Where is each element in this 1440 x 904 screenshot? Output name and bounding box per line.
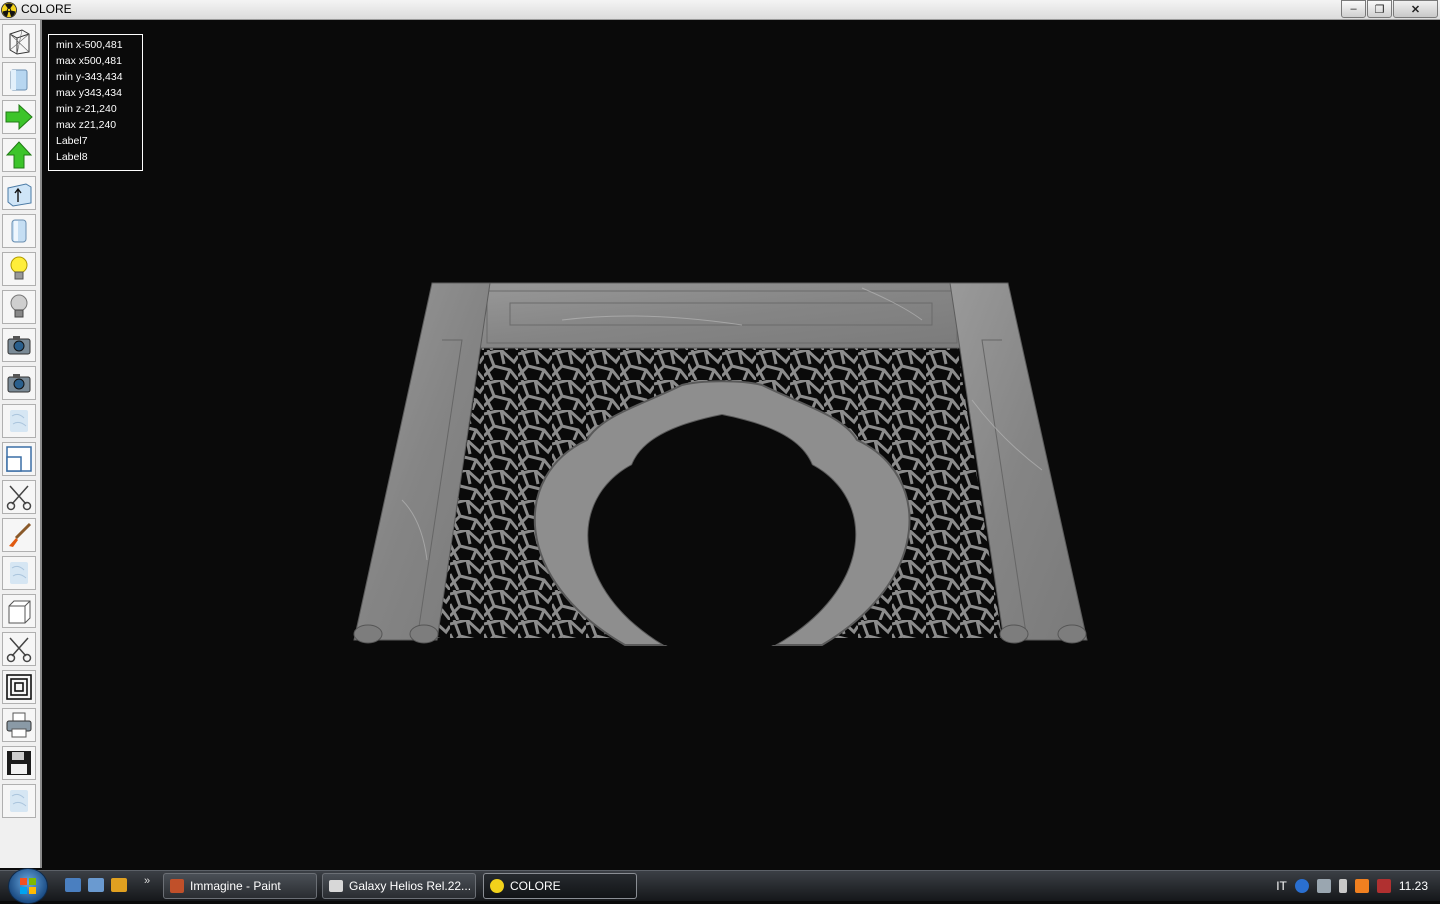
camera-icon[interactable] xyxy=(2,366,36,400)
task-label: Immagine - Paint xyxy=(190,879,281,893)
windows-logo-icon xyxy=(20,878,36,894)
minimize-button[interactable]: ‒ xyxy=(1341,0,1366,18)
paint-icon xyxy=(170,879,184,893)
scissors-icon[interactable] xyxy=(2,632,36,666)
help-icon[interactable] xyxy=(1294,879,1309,893)
left-toolbar xyxy=(0,20,42,868)
system-tray: IT 11.23 xyxy=(1276,871,1440,901)
3d-viewport[interactable] xyxy=(42,20,1440,868)
language-indicator[interactable]: IT xyxy=(1276,879,1287,893)
task-paint[interactable]: Immagine - Paint xyxy=(163,873,317,899)
texture-icon[interactable] xyxy=(2,404,36,438)
cube-icon[interactable] xyxy=(2,594,36,628)
floppy-disk-icon[interactable] xyxy=(2,746,36,780)
info-min-z: min z-21,240 xyxy=(56,103,117,115)
maximize-button[interactable]: ❐ xyxy=(1367,0,1392,18)
radiation-icon xyxy=(1,2,17,18)
lightbulb-on-icon[interactable] xyxy=(2,252,36,286)
taskbar: » Immagine - Paint Galaxy Helios Rel.22.… xyxy=(0,868,1440,904)
quick-launch-more-icon[interactable]: » xyxy=(144,875,150,887)
window-resize-icon[interactable] xyxy=(2,442,36,476)
close-button[interactable]: ✕ xyxy=(1393,0,1438,18)
arrow-right-icon[interactable] xyxy=(2,100,36,134)
info-max-z: max z21,240 xyxy=(56,119,117,131)
bounds-info-panel: min x-500,481 max x500,481 min y-343,434… xyxy=(48,34,143,171)
texture-icon[interactable] xyxy=(2,784,36,818)
start-button[interactable] xyxy=(8,868,48,904)
network-icon[interactable] xyxy=(1376,879,1391,893)
title-bar: COLORE ‒ ❐ ✕ xyxy=(0,0,1440,20)
arch-model xyxy=(353,282,1088,646)
info-max-x: max x500,481 xyxy=(56,55,122,67)
switch-windows-icon[interactable] xyxy=(88,878,104,892)
clock[interactable]: 11.23 xyxy=(1399,879,1428,893)
task-label: Galaxy Helios Rel.22... xyxy=(349,879,472,893)
box-arrow-up-icon[interactable] xyxy=(2,176,36,210)
task-galaxy-helios[interactable]: Galaxy Helios Rel.22... xyxy=(322,873,476,899)
scissors-icon[interactable] xyxy=(2,480,36,514)
window-title: COLORE xyxy=(21,2,72,16)
update-icon[interactable] xyxy=(1354,879,1369,893)
info-max-y: max y343,434 xyxy=(56,87,122,99)
task-label: COLORE xyxy=(510,879,561,893)
info-min-x: min x-500,481 xyxy=(56,39,123,51)
folder-icon xyxy=(329,880,343,892)
concentric-squares-icon[interactable] xyxy=(2,670,36,704)
radiation-icon xyxy=(490,879,504,893)
info-min-y: min y-343,434 xyxy=(56,71,123,83)
show-desktop-icon[interactable] xyxy=(65,878,81,892)
cylinder-icon[interactable] xyxy=(2,214,36,248)
solid-box-icon[interactable] xyxy=(2,62,36,96)
chevron-left-icon[interactable] xyxy=(1338,879,1347,893)
wireframe-icon[interactable] xyxy=(2,24,36,58)
lightbulb-off-icon[interactable] xyxy=(2,290,36,324)
paintbrush-icon[interactable] xyxy=(2,518,36,552)
info-label7: Label7 xyxy=(56,135,88,147)
safely-remove-icon[interactable] xyxy=(1316,879,1331,893)
arrow-up-icon[interactable] xyxy=(2,138,36,172)
info-label8: Label8 xyxy=(56,151,88,163)
printer-icon[interactable] xyxy=(2,708,36,742)
media-player-icon[interactable] xyxy=(111,878,127,892)
camera-icon[interactable] xyxy=(2,328,36,362)
texture-icon[interactable] xyxy=(2,556,36,590)
task-colore[interactable]: COLORE xyxy=(483,873,637,899)
